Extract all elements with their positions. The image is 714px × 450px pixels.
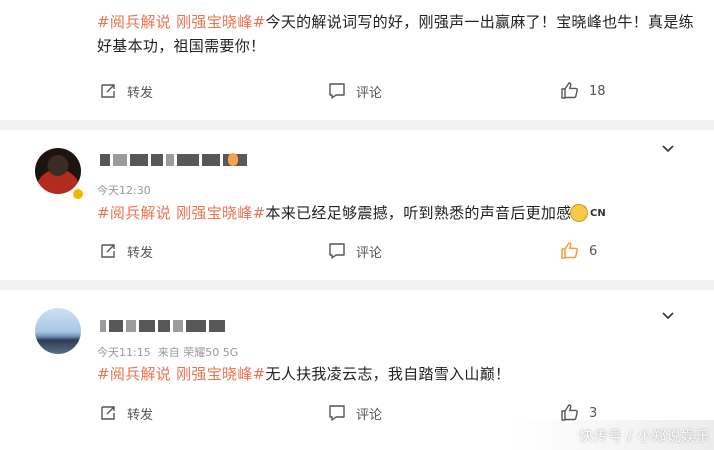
post-time: 今天12:30 — [97, 184, 151, 197]
comment-label: 评论 — [356, 85, 383, 101]
username-blurred[interactable] — [100, 154, 247, 166]
action-bar: 转发 评论 6 — [0, 238, 714, 264]
post-text: #阅兵解说 刚强宝晓峰#无人扶我凌云志，我自踏雪入山巅！ — [97, 362, 617, 386]
comment-label: 评论 — [356, 245, 383, 261]
thumbs-up-icon — [561, 242, 578, 259]
repost-label: 转发 — [127, 85, 154, 101]
repost-button[interactable]: 转发 — [98, 400, 153, 426]
cn-badge: CN — [590, 208, 606, 219]
chevron-down-icon[interactable] — [660, 308, 676, 324]
comment-button[interactable]: 评论 — [327, 78, 382, 104]
like-button[interactable]: 18 — [560, 78, 606, 104]
post-body: 无人扶我凌云志，我自踏雪入山巅！ — [265, 365, 511, 383]
post-text: #阅兵解说 刚强宝晓峰#今天的解说词写的好，刚强声一出赢麻了！宝晓峰也牛！真是练… — [97, 10, 697, 58]
avatar[interactable] — [35, 308, 81, 354]
post-card-2: 今天12:30 #阅兵解说 刚强宝晓峰#本来已经足够震撼，听到熟悉的声音后更加感… — [0, 130, 714, 280]
hashtag-link[interactable]: #阅兵解说 刚强宝晓峰# — [97, 13, 266, 31]
thumbs-up-icon — [561, 82, 578, 99]
tears-emoji-icon — [570, 204, 588, 222]
post-card-3: 今天11:15 来自 荣耀50 5G #阅兵解说 刚强宝晓峰#无人扶我凌云志，我… — [0, 290, 714, 450]
like-count: 3 — [589, 405, 598, 421]
comment-icon — [329, 243, 345, 259]
action-bar: 转发 评论 18 — [0, 78, 714, 104]
post-time: 今天11:15 — [97, 346, 151, 359]
post-body-line2: 好基本功，祖国需要你！ — [97, 37, 266, 55]
repost-label: 转发 — [127, 407, 154, 423]
comment-button[interactable]: 评论 — [327, 238, 382, 264]
repost-button[interactable]: 转发 — [98, 78, 153, 104]
repost-icon — [101, 406, 115, 420]
post-text: #阅兵解说 刚强宝晓峰#本来已经足够震撼，听到熟悉的声音后更加感慨 — [97, 201, 617, 225]
fan-badge-icon — [228, 153, 238, 166]
hashtag-link[interactable]: #阅兵解说 刚强宝晓峰# — [97, 204, 266, 222]
chevron-down-icon[interactable] — [660, 141, 676, 157]
post-body: 今天的解说词写的好，刚强声一出赢麻了！宝晓峰也牛！真是练 — [265, 13, 694, 31]
repost-button[interactable]: 转发 — [98, 238, 153, 264]
comment-icon — [329, 405, 345, 421]
like-button[interactable]: 6 — [560, 238, 597, 264]
like-count: 18 — [589, 83, 606, 99]
like-count: 6 — [589, 243, 598, 259]
verified-badge-icon — [71, 187, 85, 201]
post-body: 本来已经足够震撼，听到熟悉的声音后更加感慨 — [265, 204, 587, 222]
repost-icon — [101, 244, 115, 258]
username-blurred[interactable] — [100, 320, 225, 332]
hashtag-link[interactable]: #阅兵解说 刚强宝晓峰# — [97, 365, 266, 383]
comment-icon — [329, 83, 345, 99]
watermark: 快传号 / 小郑说娱乐 — [578, 429, 710, 445]
post-card-1: #阅兵解说 刚强宝晓峰#今天的解说词写的好，刚强声一出赢麻了！宝晓峰也牛！真是练… — [0, 0, 714, 120]
repost-icon — [101, 84, 115, 98]
comment-label: 评论 — [356, 407, 383, 423]
post-meta: 今天11:15 来自 荣耀50 5G — [97, 344, 238, 360]
post-source[interactable]: 来自 荣耀50 5G — [158, 346, 239, 359]
repost-label: 转发 — [127, 245, 154, 261]
comment-button[interactable]: 评论 — [327, 400, 382, 426]
